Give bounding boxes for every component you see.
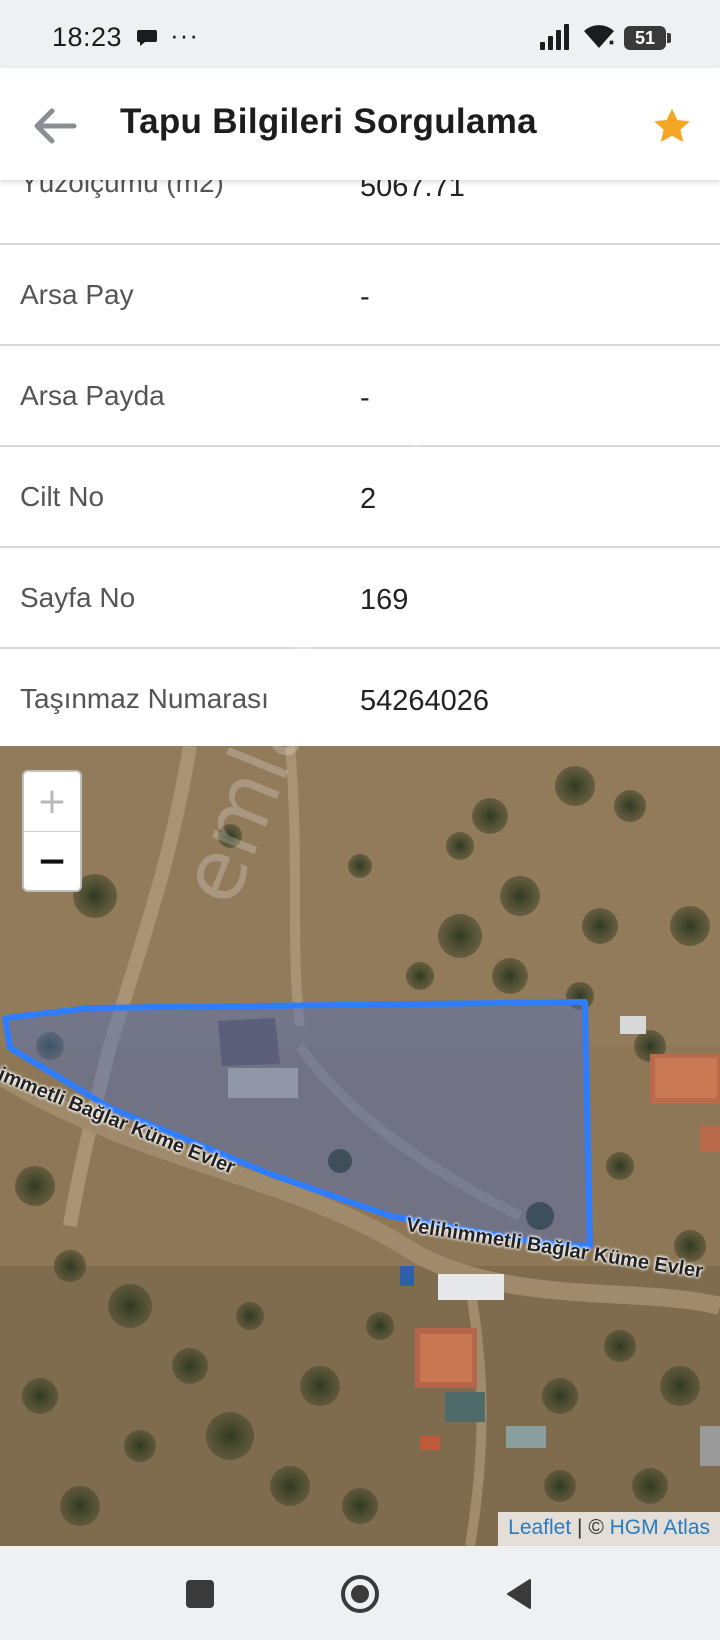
info-row-arsa-pay: Arsa Pay - xyxy=(0,245,720,346)
map-view[interactable]: Velihimmetli Bağlar Küme Evler Velihimme… xyxy=(0,746,720,1546)
map-attribution: Leaflet | © HGM Atlas xyxy=(498,1512,720,1546)
more-notifications-icon: ··· xyxy=(170,20,199,50)
circle-icon xyxy=(341,1575,379,1613)
favorite-button[interactable] xyxy=(650,104,694,148)
zoom-out-button[interactable]: − xyxy=(24,832,80,891)
square-icon xyxy=(186,1580,214,1608)
screen: 18:23 ··· 51 Tapu Bilgileri Sorgulama Yü… xyxy=(0,0,720,1640)
info-value: 2 xyxy=(360,483,377,515)
back-button[interactable] xyxy=(26,98,82,154)
app-bar: Tapu Bilgileri Sorgulama xyxy=(0,68,720,180)
deed-info-table: Yüzölçümü (m2) 5067.71 Arsa Pay - Arsa P… xyxy=(0,145,720,750)
info-row-cilt-no: Cilt No 2 xyxy=(0,447,720,548)
leaflet-link[interactable]: Leaflet xyxy=(508,1516,571,1539)
info-row-tasinmaz-numarasi: Taşınmaz Numarası 54264026 xyxy=(0,649,720,750)
info-label: Sayfa No xyxy=(20,582,136,613)
status-bar: 18:23 ··· 51 xyxy=(0,0,720,68)
info-label: Taşınmaz Numarası xyxy=(20,683,269,714)
battery-icon: 51 xyxy=(624,26,671,50)
info-label: Arsa Pay xyxy=(20,279,134,310)
page-title: Tapu Bilgileri Sorgulama xyxy=(120,102,537,141)
info-label: Cilt No xyxy=(20,481,105,512)
hgm-atlas-link[interactable]: HGM Atlas xyxy=(610,1516,710,1539)
message-icon xyxy=(136,28,158,53)
signal-icon xyxy=(540,24,572,55)
arrow-left-icon xyxy=(34,108,77,144)
wifi-icon xyxy=(582,22,616,55)
star-icon xyxy=(654,108,690,142)
info-value: - xyxy=(360,382,370,414)
info-value: - xyxy=(360,281,370,313)
zoom-control: + − xyxy=(22,770,82,892)
home-button[interactable] xyxy=(338,1572,382,1616)
info-value: 169 xyxy=(360,584,409,616)
satellite-imagery xyxy=(0,746,720,1546)
info-value: 54264026 xyxy=(360,685,490,717)
status-time: 18:23 xyxy=(52,22,123,52)
zoom-in-button[interactable]: + xyxy=(24,772,80,832)
recents-button[interactable] xyxy=(178,1572,222,1616)
info-row-sayfa-no: Sayfa No 169 xyxy=(0,548,720,649)
triangle-back-icon xyxy=(507,1579,531,1609)
info-label: Arsa Payda xyxy=(20,380,165,411)
system-nav-bar xyxy=(0,1546,720,1640)
nav-back-button[interactable] xyxy=(498,1572,542,1616)
attribution-separator: | © xyxy=(571,1516,610,1539)
info-row-arsa-payda: Arsa Payda - xyxy=(0,346,720,447)
